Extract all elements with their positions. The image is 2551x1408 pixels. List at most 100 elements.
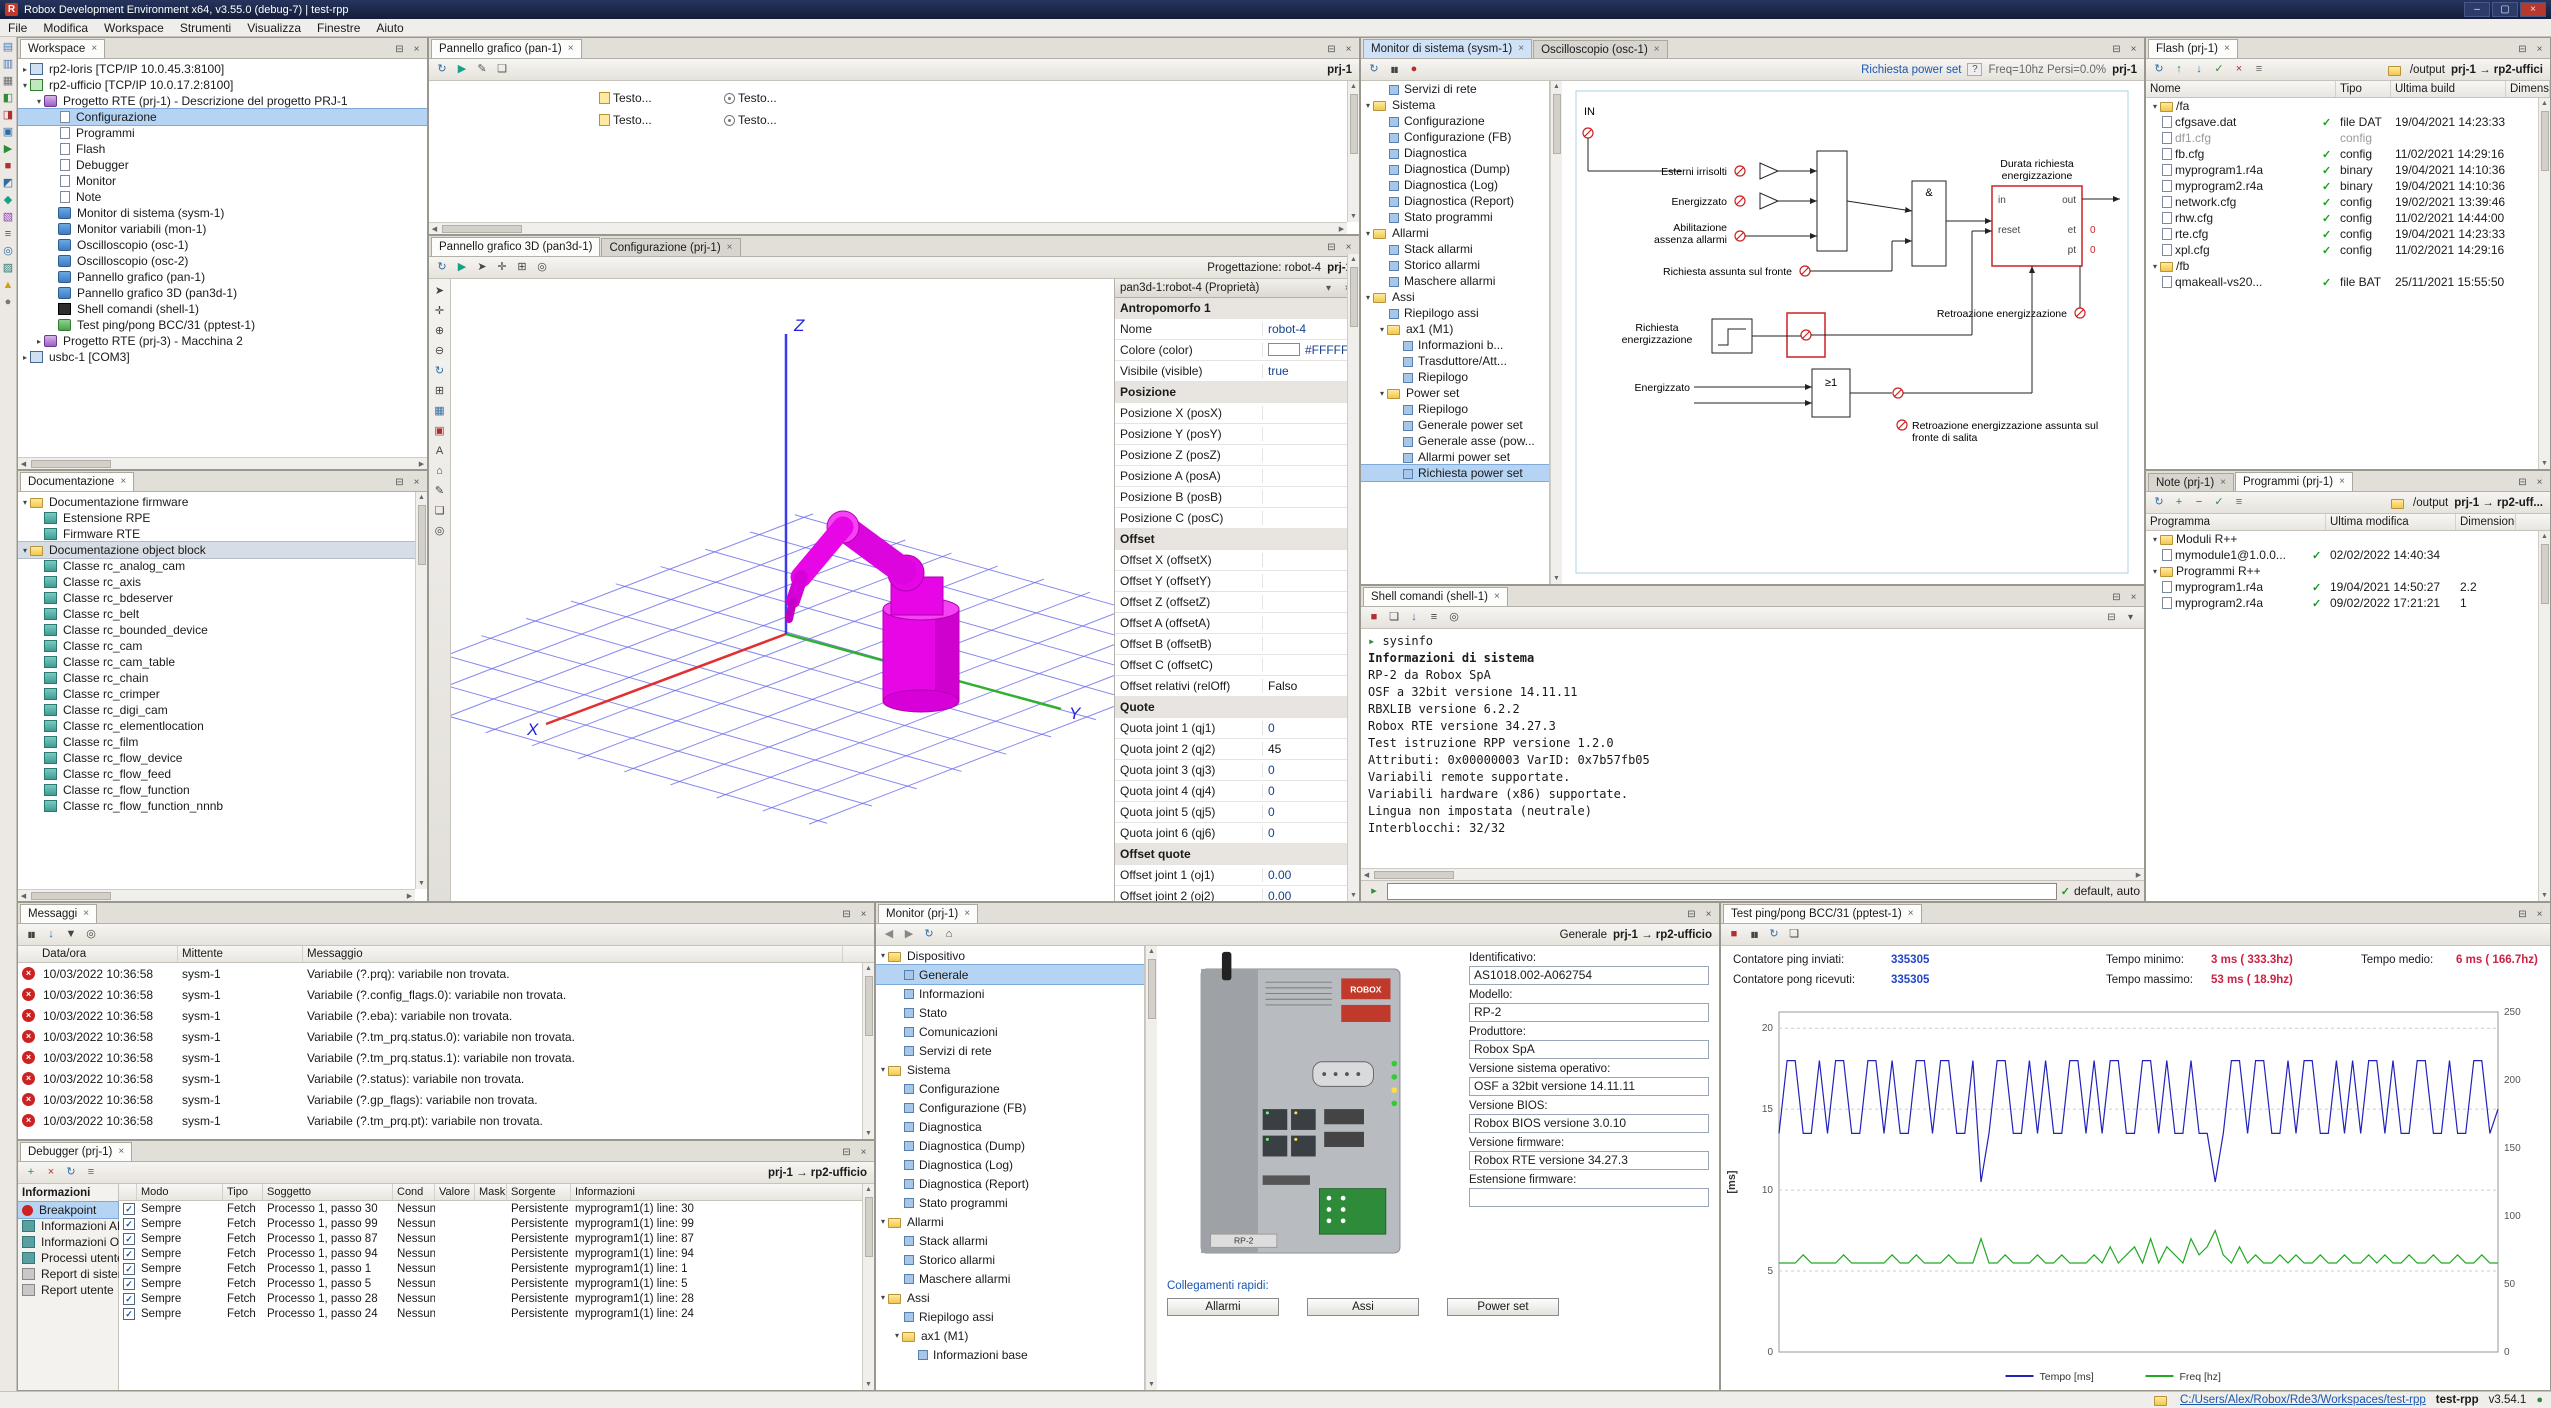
save-icon[interactable]: ↓ [42,926,60,943]
tab-close-icon[interactable]: × [964,909,970,919]
debugger-nav-item[interactable]: Processi utente [18,1250,118,1266]
column-header[interactable]: Mittente [178,946,303,962]
property-row[interactable]: Quota joint 4 (qj4)0 [1115,781,1347,802]
property-value[interactable]: 0.00 [1263,868,1347,882]
find-icon[interactable]: ◎ [1445,609,1463,626]
tree-item[interactable]: Classe rc_cam_table [18,654,415,670]
expander-icon[interactable]: ▾ [34,97,44,106]
column-header[interactable]: Data/ora [18,946,178,962]
file-row[interactable]: qmakeall-vs20...✓file BAT25/11/2021 15:5… [2146,274,2550,290]
sync-icon[interactable]: ↻ [1765,926,1783,943]
sync-icon[interactable]: ↻ [433,61,451,78]
scroll-down-icon[interactable]: ▼ [1148,1379,1155,1390]
file-row[interactable]: xpl.cfg✓config11/02/2021 14:29:16 [2146,242,2550,258]
file-row[interactable]: ▾/fa [2146,98,2550,114]
quick-link-button-assi[interactable]: Assi [1307,1298,1419,1316]
rail-shell-button[interactable]: ≡ [2,228,15,241]
property-row[interactable]: Posizione A (posA) [1115,466,1347,487]
tree-item[interactable]: Configurazione [876,1079,1144,1098]
breakpoint-row[interactable]: ✓SempreFetchProcesso 1, passo 5NessunaPe… [119,1276,874,1291]
close-icon[interactable]: × [2533,477,2546,488]
tree-item[interactable]: ▾Documentazione object block [18,542,415,558]
breakpoint-checkbox[interactable]: ✓ [123,1278,135,1290]
tree-item[interactable]: Riepilogo [1361,401,1549,417]
tree-item[interactable]: Pannello grafico 3D (pan3d-1) [18,285,427,301]
expander-icon[interactable]: ▾ [878,1293,888,1302]
tree-item[interactable]: ▾Progetto RTE (prj-1) - Descrizione del … [18,93,427,109]
close-button[interactable]: × [2520,2,2546,17]
column-header[interactable]: Sorgente [507,1184,571,1200]
rail-workspace-button[interactable]: ▤ [2,41,15,54]
debugger-nav-item[interactable]: Breakpoint [18,1202,118,1218]
expander-icon[interactable]: ▾ [1377,325,1387,334]
documentation-vscrollbar[interactable]: ▲▼ [415,492,427,889]
add-icon[interactable]: + [2170,494,2188,511]
tab-messaggi[interactable]: Messaggi× [20,904,97,923]
tree-item[interactable]: Classe rc_flow_device [18,750,415,766]
property-row[interactable]: Quota joint 5 (qj5)0 [1115,802,1347,823]
scroll-down-icon[interactable]: ▼ [2541,458,2548,469]
shell-dropdown-icon[interactable]: ▾ [2124,612,2137,623]
expander-icon[interactable]: ▾ [2150,535,2160,544]
tree-item[interactable]: Informazioni base [876,1345,1144,1364]
scroll-up-icon[interactable]: ▲ [1553,81,1560,92]
remove-icon[interactable]: − [2190,494,2208,511]
tab-close-icon[interactable]: × [83,909,89,919]
tree-item[interactable]: Monitor [18,173,427,189]
tree-item[interactable]: Diagnostica (Dump) [1361,161,1549,177]
column-header[interactable]: Tipo [223,1184,263,1200]
menu-modifica[interactable]: Modifica [35,20,96,36]
float-icon[interactable]: ⊟ [2516,477,2529,488]
breakpoint-row[interactable]: ✓SempreFetchProcesso 1, passo 24NessunaP… [119,1306,874,1321]
tree-item[interactable]: Debugger [18,157,427,173]
tab-close-icon[interactable]: × [568,44,574,54]
debugger-nav-item[interactable]: Report utente [18,1282,118,1298]
properties-dropdown-icon[interactable]: ▾ [1322,283,1335,294]
property-row[interactable]: Offset C (offsetC) [1115,655,1347,676]
documentation-hscrollbar[interactable]: ◀▶ [18,889,415,901]
tree-item[interactable]: Configurazione (FB) [1361,129,1549,145]
message-row[interactable]: ×10/03/2022 10:36:58sysm-1Variabile (?.e… [18,1005,874,1026]
tree-item[interactable]: Test ping/pong BCC/31 (pptest-1) [18,317,427,333]
select-icon[interactable]: ➤ [431,283,449,300]
rail-save-button[interactable]: ▦ [2,75,15,88]
tree-item[interactable]: ▾Allarmi [1361,225,1549,241]
home-icon[interactable]: ⌂ [940,926,958,943]
file-row[interactable]: network.cfg✓config19/02/2021 13:39:46 [2146,194,2550,210]
scrollbar-thumb[interactable] [1350,94,1358,154]
scrollbar-thumb[interactable] [1350,279,1358,327]
forward-icon[interactable]: ▶ [900,926,918,943]
graphic-item[interactable]: Testo... [724,91,777,105]
tree-item[interactable]: Classe rc_belt [18,606,415,622]
shell-hscrollbar[interactable]: ◀▶ [1361,868,2144,880]
expander-icon[interactable]: ▾ [878,1217,888,1226]
tree-item[interactable]: Classe rc_film [18,734,415,750]
quick-link-button-power-set[interactable]: Power set [1447,1298,1559,1316]
tree-item[interactable]: ▾Assi [1361,289,1549,305]
tree-item[interactable]: Stato [876,1003,1144,1022]
menu-strumenti[interactable]: Strumenti [172,20,239,36]
message-row[interactable]: ×10/03/2022 10:36:58sysm-1Variabile (?.s… [18,1068,874,1089]
axes-toggle-icon[interactable]: ▣ [431,423,449,440]
snapshot-icon[interactable]: ◎ [533,259,551,276]
expander-icon[interactable]: ▾ [892,1331,902,1340]
label-icon[interactable]: A [431,443,449,460]
scroll-up-icon[interactable]: ▲ [2541,98,2548,109]
expander-icon[interactable]: ▾ [20,81,30,90]
tree-item[interactable]: Riepilogo [1361,369,1549,385]
tree-item[interactable]: ▾Allarmi [876,1212,1144,1231]
upload-icon[interactable]: ↑ [2170,61,2188,78]
maximize-button[interactable]: ▢ [2492,2,2518,17]
tab-documentazione[interactable]: Documentazione× [20,472,134,491]
rail-stop-button[interactable]: ■ [2,160,15,173]
scrollbar-thumb[interactable] [1553,94,1561,154]
close-icon[interactable]: × [857,1147,870,1158]
tree-item[interactable]: Allarmi power set [1361,449,1549,465]
tree-item[interactable]: Generale asse (pow... [1361,433,1549,449]
expander-icon[interactable]: ▾ [20,546,30,555]
breakpoint-checkbox[interactable]: ✓ [123,1308,135,1320]
chart-icon[interactable]: ❏ [1785,926,1803,943]
scroll-right-icon[interactable]: ▶ [1336,225,1347,233]
tree-item[interactable]: Diagnostica (Dump) [876,1136,1144,1155]
scroll-down-icon[interactable]: ▼ [2541,890,2548,901]
